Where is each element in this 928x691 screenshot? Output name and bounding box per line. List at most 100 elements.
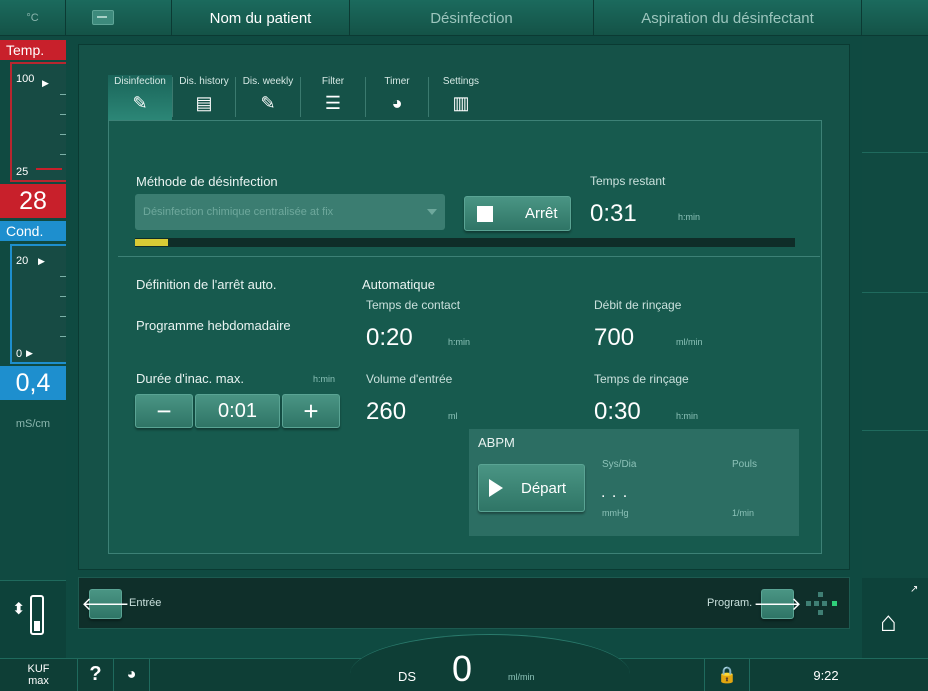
settings-icon: ▥ (452, 93, 470, 113)
tab-dis-weekly[interactable]: Dis. weekly ✎ (236, 75, 300, 121)
disinfection-progress-fill (135, 239, 168, 246)
disinfection-progress-bar (135, 238, 795, 247)
screen-lock-button[interactable]: 🔒 (704, 658, 750, 691)
remaining-time-value: 0:31 (590, 200, 637, 227)
increase-button[interactable]: + (282, 394, 340, 428)
tab-patient-name[interactable]: Nom du patient (172, 0, 350, 36)
temp-scale-top: 100 (16, 73, 35, 85)
clock-icon: ◕ (126, 665, 137, 683)
filter-icon: ☰ (324, 93, 342, 113)
inlet-volume-value: 260 (366, 398, 407, 425)
method-label: Méthode de désinfection (136, 174, 278, 189)
heparin-syringe-button[interactable]: ⬍ (0, 580, 66, 658)
tab-disinfection-sub[interactable]: Disinfection ✎ (108, 75, 172, 121)
rinse-time-label: Temps de rinçage (594, 372, 689, 386)
tab-dis-history[interactable]: Dis. history ▤ (173, 75, 235, 121)
inlet-volume-unit: ml (448, 411, 458, 421)
expand-arrow-icon: ↗ (910, 584, 919, 595)
cond-scale-top: 20 (16, 255, 29, 267)
abpm-title: ABPM (478, 435, 515, 450)
max-inactivity-stepper: − 0:01 + (135, 394, 340, 428)
dialysate-flow-display[interactable] (350, 634, 630, 691)
auto-stop-mode: Automatique (362, 277, 435, 292)
temp-scale-bottom: 25 (16, 166, 29, 178)
max-inactivity-unit: h:min (313, 374, 336, 384)
stop-button[interactable]: Arrêt (464, 196, 571, 231)
temperature-gauge[interactable]: 100 ▶ 25 (10, 62, 66, 182)
temp-marker-arrow: ▶ (42, 78, 49, 88)
max-inactivity-value[interactable]: 0:01 (195, 394, 280, 428)
contact-time-value: 0:20 (366, 324, 413, 351)
rinse-flow-unit: ml/min (676, 337, 703, 347)
help-icon: ? (89, 663, 102, 685)
tab-timer[interactable]: Timer ◕ (366, 75, 428, 121)
patient-card-icon (92, 10, 114, 25)
play-icon (489, 479, 503, 497)
back-label: Entrée (129, 597, 162, 609)
tab-disinfection[interactable]: Désinfection (350, 0, 594, 36)
clock-time: 9:22 (813, 668, 839, 683)
kuf-max-button[interactable]: KUF max (0, 658, 78, 691)
blood-pressure-value: . . . (601, 484, 629, 501)
weekly-program-label: Programme hebdomadaire (136, 318, 291, 333)
cond-scale-bottom: 0 (16, 348, 23, 360)
max-inactivity-label: Durée d'inac. max. (136, 371, 244, 386)
arrow-right-icon: 🡒 (753, 593, 802, 614)
conductivity-value: 0,4 (0, 366, 66, 400)
per-min-unit: 1/min (732, 508, 755, 518)
contact-time-label: Temps de contact (366, 298, 461, 312)
weekly-icon: ✎ (260, 93, 276, 113)
inlet-volume-label: Volume d'entrée (366, 372, 453, 386)
syringe-icon (30, 595, 44, 635)
home-button[interactable]: ⌂ ↗ (862, 578, 928, 658)
arrow-left-icon: 🡐 (81, 593, 130, 614)
rinse-flow-label: Débit de rinçage (594, 298, 682, 312)
conductivity-gauge[interactable]: 20 ▶ 0 ▶ (10, 244, 66, 364)
mmhg-unit: mmHg (602, 508, 629, 518)
rinse-flow-value: 700 (594, 324, 635, 351)
auto-stop-label: Définition de l'arrêt auto. (136, 277, 277, 292)
right-sidebar (862, 36, 928, 658)
conductivity-unit: mS/cm (15, 418, 51, 430)
rinse-time-value: 0:30 (594, 398, 641, 425)
lock-icon: 🔒 (717, 666, 737, 684)
help-button[interactable]: ? (78, 658, 114, 691)
stop-button-label: Arrêt (525, 205, 558, 222)
chevron-down-icon (427, 209, 437, 215)
cond-marker-arrow: ▶ (38, 256, 45, 266)
phase-indicator-icon (806, 592, 842, 616)
stop-icon (477, 205, 493, 222)
next-label: Program. (707, 597, 753, 609)
timer-icon: ◕ (391, 93, 403, 113)
remaining-time-unit: h:min (678, 212, 701, 222)
up-down-arrow-icon: ⬍ (12, 601, 26, 618)
ds-unit: ml/min (508, 672, 535, 682)
tab-settings[interactable]: Settings ▥ (429, 75, 493, 121)
method-dropdown[interactable]: Désinfection chimique centralisée at fix (135, 194, 445, 230)
temperature-header: Temp. (0, 40, 66, 60)
ds-value: 0 (452, 648, 473, 689)
home-icon: ⌂ (880, 606, 897, 637)
pulse-label: Pouls (732, 459, 758, 470)
tab-disinfectant-aspiration[interactable]: Aspiration du désinfectant (594, 0, 862, 36)
abpm-start-button[interactable]: Départ (478, 464, 585, 512)
method-selected-value: Désinfection chimique centralisée at fix (143, 206, 334, 218)
abpm-start-label: Départ (521, 479, 567, 497)
history-icon: ▤ (195, 93, 213, 113)
patient-card-button[interactable] (66, 0, 172, 36)
next-arrow-button[interactable]: 🡒 (753, 589, 802, 619)
back-arrow-button[interactable]: 🡐 (81, 589, 130, 619)
kuf-label: KUF (27, 662, 50, 675)
kuf-max-label: max (28, 674, 49, 687)
decrease-button[interactable]: − (135, 394, 193, 428)
rinse-time-unit: h:min (676, 411, 699, 421)
contact-time-unit: h:min (448, 337, 471, 347)
ds-label: DS (398, 669, 417, 684)
disinfection-icon: ✎ (132, 93, 148, 113)
tab-filter[interactable]: Filter ☰ (301, 75, 365, 121)
temperature-unit-label: °C (0, 0, 66, 36)
remaining-time-label: Temps restant (590, 174, 666, 188)
sys-dia-label: Sys/Dia (602, 459, 637, 470)
conductivity-header: Cond. (0, 221, 66, 241)
timer-button[interactable]: ◕ (114, 658, 150, 691)
